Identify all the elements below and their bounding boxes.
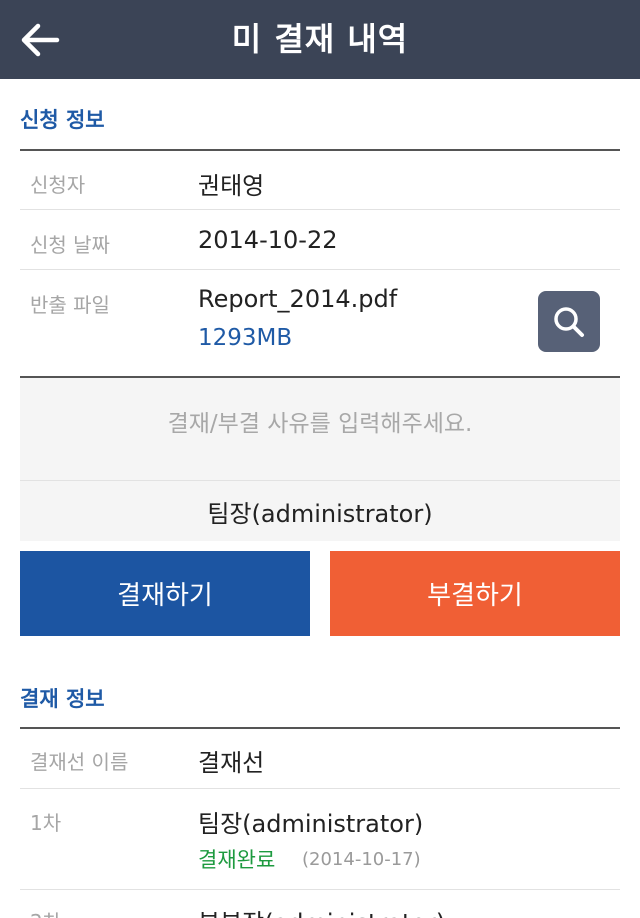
back-arrow-icon [21,23,60,57]
applicant-label: 신청자 [30,173,86,197]
step-1-approver: 팀장(administrator) [198,810,424,838]
approve-button[interactable]: 결재하기 [20,551,310,636]
app-header: 미 결재 내역 [0,0,640,79]
row-divider [20,209,620,210]
row-divider [20,788,620,789]
page-title: 미 결재 내역 [231,20,409,58]
row-divider [20,889,620,890]
back-button[interactable] [14,16,66,64]
approval-info-title: 결재 정보 [20,687,105,711]
section-divider [20,727,620,729]
approval-line-name-value: 결재선 [198,749,265,777]
search-icon [554,306,584,337]
step-1-date: (2014-10-17) [302,849,421,870]
step-2-label: 2차 [30,906,61,918]
approver-selector[interactable]: 팀장(administrator) [20,480,620,541]
reject-button[interactable]: 부결하기 [330,551,620,636]
file-name: Report_2014.pdf [198,285,398,313]
step-1-label: 1차 [30,811,62,835]
reason-placeholder: 결재/부결 사유를 입력해주세요. [167,411,473,437]
row-divider [20,269,620,270]
approval-line-name-label: 결재선 이름 [30,750,129,774]
export-file-label: 반출 파일 [30,293,110,317]
file-preview-button[interactable] [538,291,600,352]
approver-name: 팀장(administrator) [207,499,433,528]
request-date-label: 신청 날짜 [30,233,110,257]
applicant-value: 권태영 [198,172,265,200]
step-2-approver: 부부장(administrator) [198,903,445,918]
request-info-title: 신청 정보 [20,108,105,132]
reject-button-label: 부결하기 [427,581,523,611]
step-1-status-badge: 결재완료 [198,848,276,872]
approve-button-label: 결재하기 [117,581,213,611]
reason-input[interactable]: 결재/부결 사유를 입력해주세요. [20,376,620,480]
file-size: 1293MB [198,325,293,351]
request-date-value: 2014-10-22 [198,226,338,254]
section-divider [20,149,620,151]
